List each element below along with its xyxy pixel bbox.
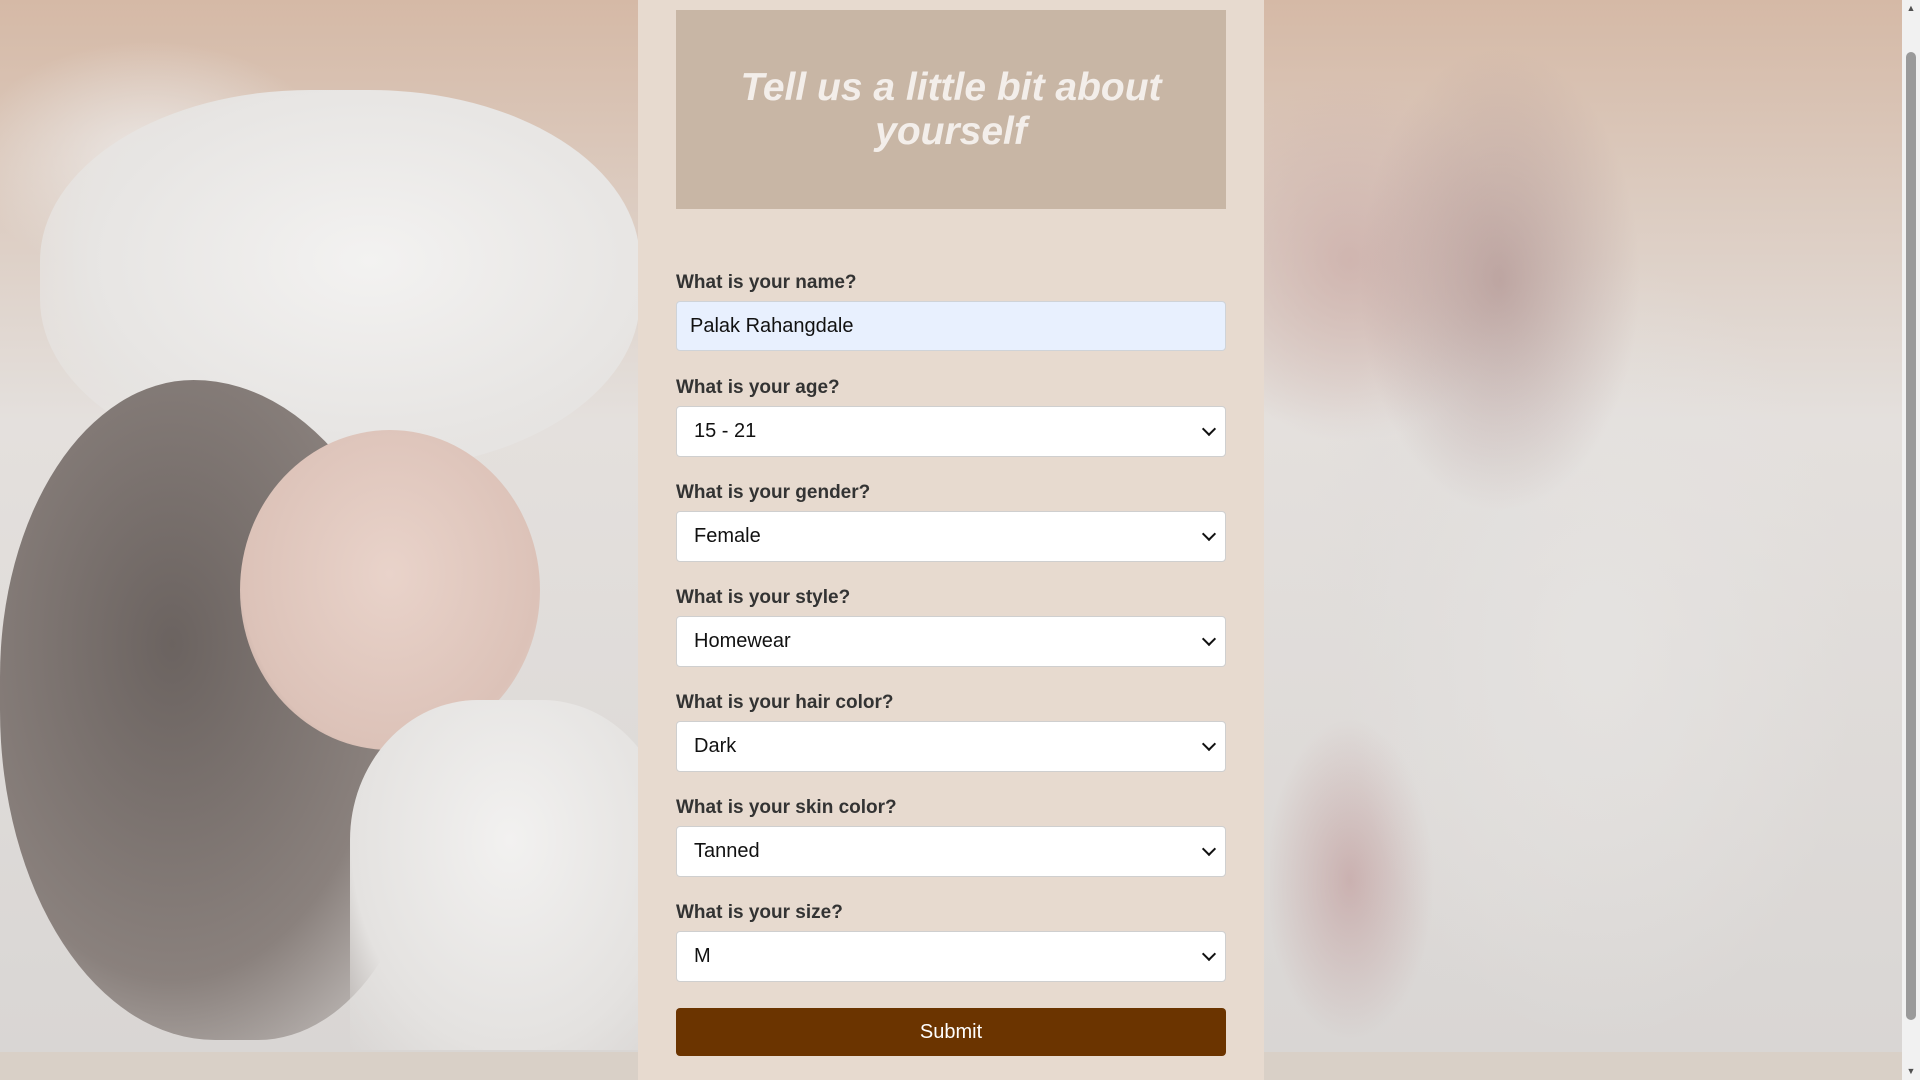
gender-field-group: What is your gender? Female [676,482,1226,562]
scrollbar-thumb[interactable] [1906,52,1916,1020]
chevron-down-icon [1201,526,1217,542]
skin-color-select[interactable]: Tanned [676,826,1226,877]
name-input[interactable]: Palak Rahangdale [676,301,1226,351]
hair-color-select[interactable]: Dark [676,721,1226,772]
size-select-value: M [694,945,711,967]
vertical-scrollbar[interactable]: ▲ ▼ [1902,0,1920,1080]
style-select-value: Homewear [694,630,791,652]
age-select-value: 15 - 21 [694,420,757,442]
style-field-group: What is your style? Homewear [676,587,1226,667]
chevron-down-icon [1201,736,1217,752]
style-select[interactable]: Homewear [676,616,1226,667]
background-blur [1270,0,1902,1052]
gender-label: What is your gender? [676,482,871,503]
skin-color-select-value: Tanned [694,840,760,862]
hair-color-label: What is your hair color? [676,692,894,713]
arrow-down-icon[interactable]: ▼ [1902,1063,1920,1080]
form-heading: Tell us a little bit about yourself [740,65,1162,153]
skin-color-field-group: What is your skin color? Tanned [676,797,1226,877]
age-select[interactable]: 15 - 21 [676,406,1226,457]
form-panel: Tell us a little bit about yourself What… [638,0,1264,1080]
age-field-group: What is your age? 15 - 21 [676,377,1226,457]
form-header: Tell us a little bit about yourself [676,10,1226,209]
arrow-up-icon[interactable]: ▲ [1902,0,1920,17]
chevron-down-icon [1201,631,1217,647]
skin-color-label: What is your skin color? [676,797,897,818]
gender-select-value: Female [694,525,761,547]
name-field-group: What is your name? Palak Rahangdale [676,272,1226,351]
size-select[interactable]: M [676,931,1226,982]
name-label: What is your name? [676,272,857,293]
age-label: What is your age? [676,377,840,398]
style-label: What is your style? [676,587,851,608]
hair-color-select-value: Dark [694,735,737,757]
gender-select[interactable]: Female [676,511,1226,562]
size-field-group: What is your size? M [676,902,1226,982]
chevron-down-icon [1201,421,1217,437]
chevron-down-icon [1201,946,1217,962]
submit-button[interactable]: Submit [676,1008,1226,1056]
size-label: What is your size? [676,902,843,923]
background-shirt [350,700,670,1050]
hair-color-field-group: What is your hair color? Dark [676,692,1226,772]
chevron-down-icon [1201,841,1217,857]
